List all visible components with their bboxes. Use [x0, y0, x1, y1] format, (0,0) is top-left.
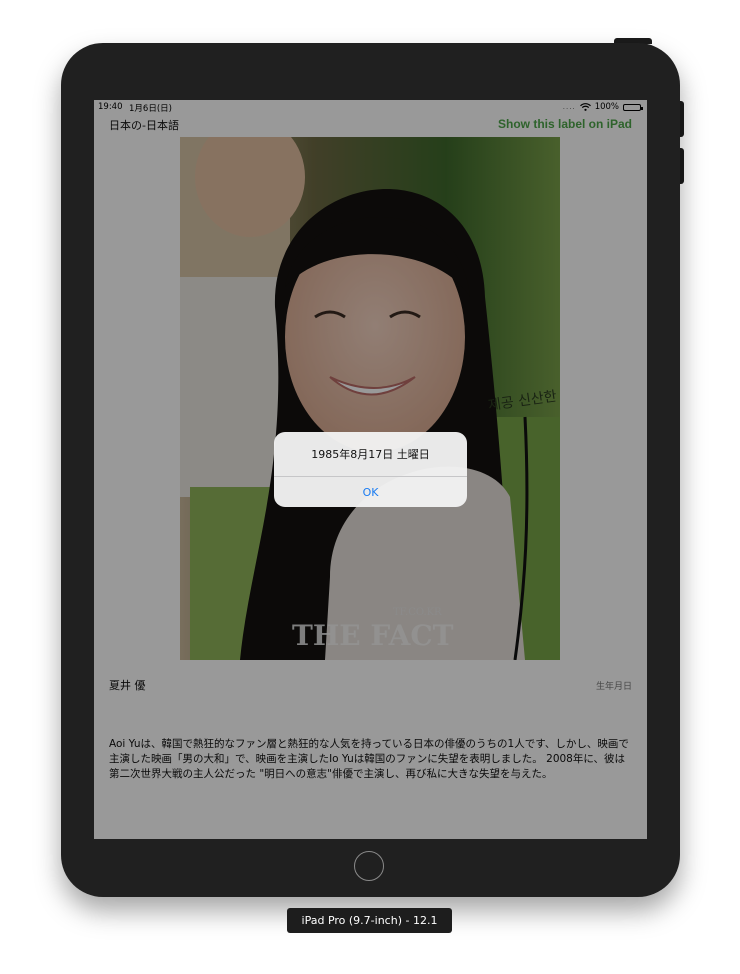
home-button[interactable] [354, 851, 384, 881]
alert-ok-button[interactable]: OK [274, 477, 467, 507]
simulator-stage: 19:40 1月6日(日) .... 100% 日本の-日本語 Show thi… [0, 0, 740, 974]
app-screen: 19:40 1月6日(日) .... 100% 日本の-日本語 Show thi… [94, 100, 647, 839]
alert-title: 1985年8月17日 土曜日 [311, 448, 430, 461]
simulator-device-label: iPad Pro (9.7-inch) - 12.1 [287, 908, 452, 933]
date-alert: 1985年8月17日 土曜日 OK [274, 432, 467, 507]
